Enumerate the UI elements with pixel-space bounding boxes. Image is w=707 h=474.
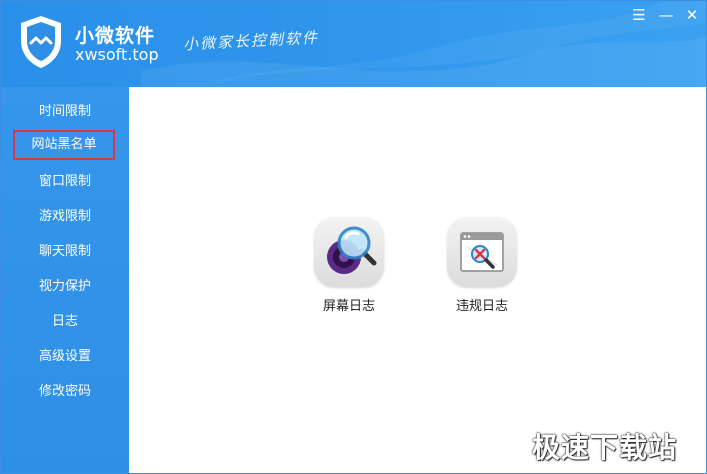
sidebar-item-eye-protection[interactable]: 视力保护 xyxy=(1,272,129,302)
sidebar-item-time-limit[interactable]: 时间限制 xyxy=(1,97,129,127)
magnifier-icon xyxy=(314,217,384,287)
violation-log-tile[interactable]: 违规日志 xyxy=(442,217,522,314)
shield-logo-icon xyxy=(21,16,61,68)
hamburger-icon: ☰ xyxy=(632,6,646,24)
brand-domain: xwsoft.top xyxy=(75,45,159,64)
violation-log-label: 违规日志 xyxy=(455,299,508,314)
screen-log-tile[interactable]: 屏幕日志 xyxy=(309,217,389,314)
sidebar-item-advanced-settings[interactable]: 高级设置 xyxy=(1,342,129,372)
sidebar-item-website-blacklist[interactable]: 网站黑名单 xyxy=(13,130,115,160)
sidebar-item-log[interactable]: 日志 xyxy=(1,307,129,337)
screen-log-label: 屏幕日志 xyxy=(322,299,375,314)
title-bar[interactable]: 小微软件 xwsoft.top 小微家长控制软件 ☰ — ✕ xyxy=(1,1,706,87)
violation-window-icon xyxy=(447,217,517,287)
minimize-icon: — xyxy=(658,6,674,24)
sidebar-item-change-password[interactable]: 修改密码 xyxy=(1,377,129,407)
close-icon: ✕ xyxy=(685,6,699,24)
minimize-button[interactable]: — xyxy=(656,5,676,25)
close-button[interactable]: ✕ xyxy=(682,5,702,25)
app-window: 小微软件 xwsoft.top 小微家长控制软件 ☰ — ✕ 时间限制 网站黑名… xyxy=(0,0,707,474)
brand-name: 小微软件 xyxy=(75,25,156,47)
sidebar-item-chat-limit[interactable]: 聊天限制 xyxy=(1,237,129,267)
sidebar-item-game-limit[interactable]: 游戏限制 xyxy=(1,202,129,232)
watermark: 极速下载站 xyxy=(532,431,678,464)
menu-button[interactable]: ☰ xyxy=(629,5,649,25)
sidebar: 时间限制 网站黑名单 窗口限制 游戏限制 聊天限制 视力保护 日志 高级设置 修… xyxy=(1,87,129,473)
main-content: 屏幕日志 违规日志 xyxy=(129,87,706,473)
sidebar-item-window-limit[interactable]: 窗口限制 xyxy=(1,167,129,197)
